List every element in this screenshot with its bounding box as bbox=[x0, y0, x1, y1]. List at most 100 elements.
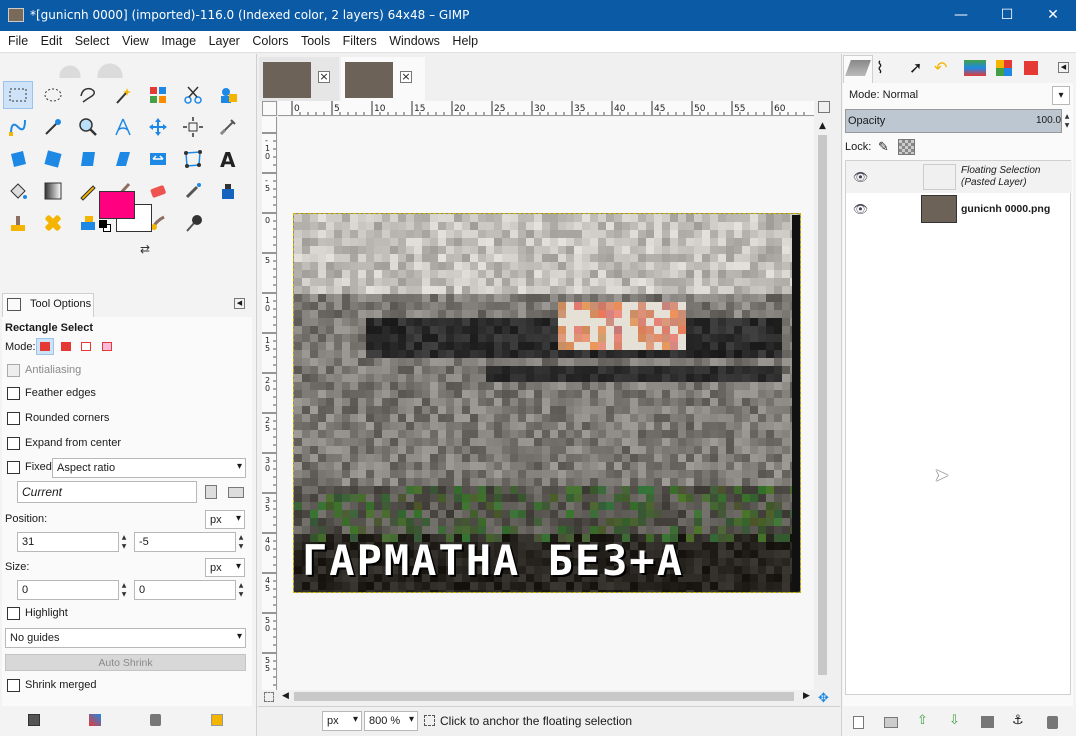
menu-windows[interactable]: Windows bbox=[389, 31, 440, 48]
rotate-tool[interactable] bbox=[38, 145, 68, 173]
foreground-select-tool[interactable] bbox=[213, 81, 243, 109]
menu-select[interactable]: Select bbox=[75, 31, 110, 48]
configure-tab-icon[interactable]: ◀ bbox=[1058, 62, 1069, 73]
scroll-right-icon[interactable]: ▶ bbox=[803, 691, 810, 701]
navigate-icon[interactable]: ✥ bbox=[818, 691, 829, 706]
text-tool[interactable]: A bbox=[213, 145, 243, 173]
lock-alpha-icon[interactable] bbox=[898, 139, 915, 155]
configure-tab-icon[interactable]: ◀ bbox=[234, 298, 245, 309]
toggle-quickmask-icon[interactable] bbox=[264, 692, 274, 702]
color-picker-tool[interactable] bbox=[38, 113, 68, 141]
gradient-tool[interactable] bbox=[38, 177, 68, 205]
menu-help[interactable]: Help bbox=[452, 31, 478, 48]
save-options-icon[interactable] bbox=[28, 714, 40, 726]
unified-transform-tool[interactable] bbox=[3, 145, 33, 173]
size-width-spinner[interactable]: ▲ ▼ bbox=[120, 581, 128, 599]
landscape-icon[interactable] bbox=[228, 487, 244, 498]
menu-edit[interactable]: Edit bbox=[41, 31, 63, 48]
cage-transform-tool[interactable] bbox=[178, 145, 208, 173]
channels-tab-icon[interactable] bbox=[964, 60, 986, 76]
pointer-tab-icon[interactable]: ➚ bbox=[909, 58, 922, 77]
highlight-checkbox[interactable] bbox=[7, 607, 20, 620]
image-tab-2[interactable]: × bbox=[341, 57, 425, 101]
fuzzy-select-tool[interactable] bbox=[108, 81, 138, 109]
expand-from-center-checkbox[interactable] bbox=[7, 437, 20, 450]
reset-options-icon[interactable] bbox=[211, 714, 223, 726]
close-icon[interactable]: × bbox=[400, 71, 412, 83]
paths-tab-icon[interactable]: ⌇ bbox=[876, 58, 884, 77]
menu-file[interactable]: File bbox=[8, 31, 28, 48]
unit-select[interactable]: px ▾ bbox=[322, 711, 362, 731]
mode-add-icon[interactable] bbox=[61, 342, 71, 351]
aspect-current-field[interactable]: Current bbox=[17, 481, 197, 503]
menu-view[interactable]: View bbox=[122, 31, 149, 48]
ink-tool[interactable] bbox=[213, 177, 243, 205]
paths-tool[interactable] bbox=[3, 113, 33, 141]
delete-options-icon[interactable] bbox=[150, 714, 161, 726]
mode-intersect-icon[interactable] bbox=[102, 342, 112, 351]
ellipse-select-tool[interactable] bbox=[38, 81, 68, 109]
eye-icon[interactable]: 👁 bbox=[853, 170, 868, 184]
scale-tool[interactable] bbox=[73, 145, 103, 173]
raise-layer-icon[interactable]: ⇧ bbox=[917, 713, 928, 728]
fixed-checkbox[interactable] bbox=[7, 461, 20, 474]
default-colors-fg-icon[interactable] bbox=[99, 220, 107, 228]
position-y-input[interactable]: -5 bbox=[134, 532, 236, 552]
eraser-tool[interactable] bbox=[143, 177, 173, 205]
position-x-spinner[interactable]: ▲ ▼ bbox=[120, 533, 128, 551]
colormap-tab-icon[interactable] bbox=[996, 60, 1012, 76]
menu-image[interactable]: Image bbox=[161, 31, 196, 48]
alignment-tool[interactable] bbox=[178, 113, 208, 141]
position-x-input[interactable]: 31 bbox=[17, 532, 119, 552]
anchor-layer-icon[interactable]: ⚓ bbox=[1012, 713, 1024, 728]
guides-select[interactable]: No guides ▾ bbox=[5, 628, 246, 648]
foreground-color-swatch[interactable] bbox=[99, 191, 135, 219]
fixed-mode-select[interactable]: Aspect ratio ▾ bbox=[52, 458, 246, 478]
mode-subtract-icon[interactable] bbox=[81, 342, 91, 351]
menu-filters[interactable]: Filters bbox=[343, 31, 377, 48]
duplicate-layer-icon[interactable] bbox=[981, 716, 994, 728]
ruler-vertical[interactable]: -10-50510152025303540455055 bbox=[262, 117, 277, 690]
close-icon[interactable]: × bbox=[318, 71, 330, 83]
free-select-tool[interactable] bbox=[73, 81, 103, 109]
close-button[interactable]: ✕ bbox=[1030, 0, 1076, 31]
vertical-scrollbar[interactable]: ▲ bbox=[816, 117, 830, 690]
vertical-scroll-thumb[interactable] bbox=[818, 135, 827, 675]
select-by-color-tool[interactable] bbox=[143, 81, 173, 109]
position-y-spinner[interactable]: ▲ ▼ bbox=[237, 533, 245, 551]
airbrush-tool[interactable] bbox=[178, 177, 208, 205]
zoom-fit-icon[interactable] bbox=[818, 101, 830, 113]
measure-tool[interactable] bbox=[108, 113, 138, 141]
opacity-spinner[interactable]: ▲ ▼ bbox=[1063, 112, 1071, 130]
size-height-spinner[interactable]: ▲ ▼ bbox=[237, 581, 245, 599]
image-tab-1[interactable]: × bbox=[259, 57, 339, 101]
position-unit-select[interactable]: px ▾ bbox=[205, 510, 245, 529]
minimize-button[interactable]: — bbox=[938, 0, 984, 31]
rounded-corners-checkbox[interactable] bbox=[7, 412, 20, 425]
menu-layer[interactable]: Layer bbox=[209, 31, 240, 48]
dodge-burn-tool[interactable] bbox=[178, 209, 208, 237]
size-width-input[interactable]: 0 bbox=[17, 580, 119, 600]
rect-select-tool[interactable] bbox=[3, 81, 33, 109]
quick-mask-corner[interactable] bbox=[262, 101, 277, 116]
zoom-select[interactable]: 800 % ▾ bbox=[364, 711, 418, 731]
menu-colors[interactable]: Colors bbox=[252, 31, 288, 48]
delete-layer-icon[interactable] bbox=[1047, 716, 1058, 729]
shrink-merged-checkbox[interactable] bbox=[7, 679, 20, 692]
color-history-tab-icon[interactable] bbox=[1024, 61, 1038, 75]
image-canvas[interactable]: ГАРМАТНА БЕЗ+А bbox=[293, 213, 801, 593]
antialiasing-checkbox[interactable] bbox=[7, 364, 20, 377]
ruler-horizontal[interactable]: 0 5 10 15 20 25 30 35 40 45 50 55 60 bbox=[278, 101, 814, 116]
crop-tool[interactable] bbox=[213, 113, 243, 141]
lower-layer-icon[interactable]: ⇩ bbox=[949, 713, 960, 728]
chevron-down-icon[interactable]: ▾ bbox=[1052, 86, 1070, 105]
new-layer-icon[interactable] bbox=[853, 716, 864, 729]
horizontal-scrollbar[interactable]: ◀ ▶ bbox=[278, 690, 816, 704]
swap-colors-icon[interactable]: ⇄ bbox=[140, 242, 150, 256]
size-height-input[interactable]: 0 bbox=[134, 580, 236, 600]
lock-pixels-icon[interactable]: ✎ bbox=[878, 140, 889, 155]
shear-tool[interactable] bbox=[108, 145, 138, 173]
flip-tool[interactable] bbox=[143, 145, 173, 173]
auto-shrink-button[interactable]: Auto Shrink bbox=[5, 654, 246, 671]
horizontal-scroll-thumb[interactable] bbox=[294, 692, 794, 701]
